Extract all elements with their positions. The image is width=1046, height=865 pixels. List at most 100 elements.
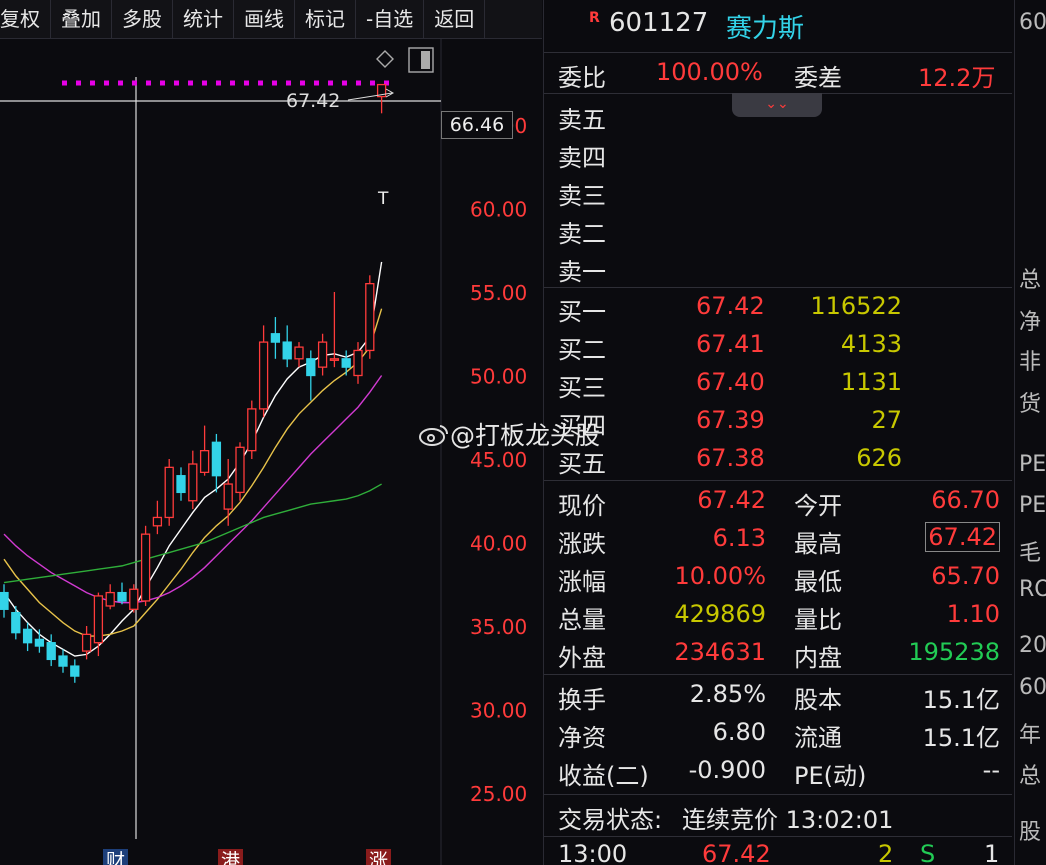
stat-row-pct: 涨幅 10.00% 最低 65.70 (544, 562, 1014, 596)
trade-status-row: 交易状态: 连续竞价 13:02:01 (544, 800, 1014, 834)
marker-limit-up[interactable]: 涨 (366, 849, 392, 865)
toolbar-overlay[interactable]: 叠加 (51, 0, 112, 38)
stat-label: 今开 (794, 492, 842, 520)
candle (34, 629, 45, 653)
edge-text: 非 (1019, 350, 1042, 375)
toolbar-draw-line[interactable]: 画线 (234, 0, 295, 38)
watermark-text: @打板龙头股 (450, 421, 601, 450)
fund-row-eps: 收益(二) -0.900 PE(动) -- (544, 756, 1014, 790)
candle (140, 525, 151, 606)
buy-row-4[interactable]: 买四 67.39 27 (544, 406, 1014, 440)
fund-value: 6.80 (712, 718, 766, 746)
sell-label: 卖五 (558, 106, 606, 134)
wc-label: 委差 (794, 64, 842, 92)
stat-value: 234631 (674, 638, 766, 666)
candle (270, 317, 281, 359)
fund-value: 15.1亿 (922, 724, 1000, 752)
edge-text: PE (1019, 452, 1046, 477)
kline-svg[interactable]: 65.0060.0055.0050.0045.0040.0035.0030.00… (0, 39, 542, 865)
candle (22, 622, 33, 652)
diamond-icon[interactable] (376, 50, 394, 68)
candle (58, 649, 68, 673)
stat-value: 6.13 (712, 524, 766, 552)
fund-value: 2.85% (689, 680, 766, 708)
buy-volume: 1131 (840, 368, 902, 396)
candle (105, 584, 115, 610)
right-edge-panel: 60 总 净 非 货 PE PE 毛 RO 20 60 年 总 股 (1014, 0, 1046, 865)
stat-label: 现价 (558, 492, 606, 520)
buy-volume: 4133 (840, 330, 902, 358)
candle (306, 350, 316, 401)
toolbar-back[interactable]: 返回 (424, 0, 486, 38)
sell-row-4: 卖四 (544, 138, 1014, 172)
sell-label: 卖四 (558, 144, 606, 172)
stat-value: 66.70 (931, 486, 1000, 514)
y-tick-label: 60.00 (470, 198, 527, 222)
edge-text: RO (1019, 577, 1046, 602)
y-tick-label: 25.00 (470, 782, 527, 806)
bid-ask-ratio-row: 委比 100.00% 委差 12.2万 (544, 58, 1014, 92)
marker-hk-connect[interactable]: 港 (218, 849, 244, 865)
toolbar-remove-watchlist[interactable]: -自选 (356, 0, 425, 38)
buy-row-1[interactable]: 买一 67.42 116522 (544, 292, 1014, 326)
buy-row-3[interactable]: 买三 67.40 1131 (544, 368, 1014, 402)
edge-text: 年 (1019, 723, 1042, 748)
toolbar-mark[interactable]: 标记 (295, 0, 356, 38)
fund-label: 流通 (794, 724, 842, 752)
high-value-highlight: 67.42 (925, 522, 1000, 552)
stat-value: 65.70 (931, 562, 1000, 590)
candle (93, 592, 104, 657)
fund-label: 换手 (558, 686, 606, 714)
wb-value: 100.00% (656, 58, 763, 86)
buy-label: 买二 (558, 336, 606, 364)
stock-code: 601127 (609, 8, 709, 38)
edge-text: 股 (1019, 820, 1042, 845)
fund-value: -0.900 (688, 756, 766, 784)
candle (176, 467, 186, 501)
edge-text: 毛 (1019, 541, 1042, 566)
y-tick-label: 35.00 (470, 615, 527, 639)
edge-text: 20 (1019, 633, 1046, 658)
candle (46, 634, 56, 667)
tick-price: 67.42 (702, 840, 771, 865)
candle (129, 584, 139, 613)
stat-label: 外盘 (558, 644, 606, 672)
buy-volume: 626 (856, 444, 902, 472)
stat-row-price: 现价 67.42 今开 66.70 (544, 486, 1014, 520)
current-price-tag: 66.46 (441, 111, 513, 139)
stat-value: 429869 (674, 600, 766, 628)
buy-row-2[interactable]: 买二 67.41 4133 (544, 330, 1014, 364)
candle (365, 275, 375, 359)
buy-row-5[interactable]: 买五 67.38 626 (544, 444, 1014, 478)
stock-name[interactable]: 赛力斯 (726, 8, 804, 45)
status-label: 交易状态: (558, 806, 663, 834)
quote-header: R 601127 赛力斯 (544, 8, 1014, 45)
top-t-label: T (377, 189, 389, 209)
panel-toggle-icon[interactable] (408, 47, 434, 73)
candle (341, 350, 351, 376)
stat-row-outer: 外盘 234631 内盘 195238 (544, 638, 1014, 672)
quote-panel: R 601127 赛力斯 委比 100.00% 委差 12.2万 ⌄⌄ 卖五 卖… (543, 0, 1014, 865)
stat-label: 涨跌 (558, 530, 606, 558)
sell-label: 卖一 (558, 258, 606, 286)
toolbar-statistics[interactable]: 统计 (173, 0, 234, 38)
candle (188, 450, 198, 510)
y-tick-label: 40.00 (470, 532, 527, 556)
marker-finance[interactable]: 财 (103, 849, 129, 865)
kline-chart[interactable]: 65.0060.0055.0050.0045.0040.0035.0030.00… (0, 39, 542, 865)
candle (247, 400, 257, 459)
toolbar-multi-stock[interactable]: 多股 (112, 0, 173, 38)
stat-label: 内盘 (794, 644, 842, 672)
chart-toolbar: 复权 叠加 多股 统计 画线 标记 -自选 返回 (0, 0, 542, 39)
stat-value: 10.00% (674, 562, 766, 590)
stat-row-volume: 总量 429869 量比 1.10 (544, 600, 1014, 634)
toolbar-restore-rights[interactable]: 复权 (0, 0, 51, 38)
edge-text: 总 (1019, 268, 1042, 293)
tick-volume: 2 (878, 840, 894, 865)
r-badge: R (589, 10, 600, 26)
stat-label: 总量 (558, 606, 606, 634)
status-value: 连续竞价 13:02:01 (682, 806, 894, 834)
candle (223, 459, 233, 526)
buy-price: 67.40 (696, 368, 765, 396)
candle (199, 425, 210, 476)
